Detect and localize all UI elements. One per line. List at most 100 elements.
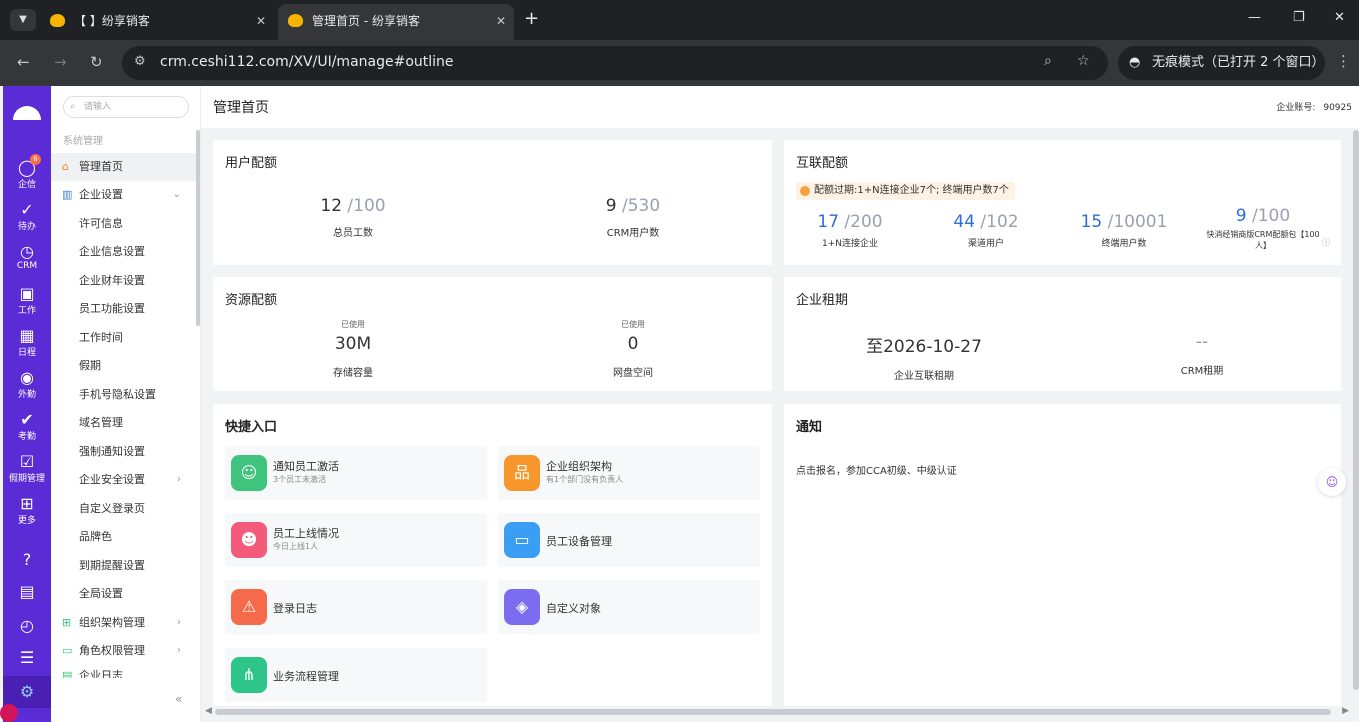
main-content: 管理首页 企业账号: 90925 用户配额 12 /100 总员工数 9 /530… xyxy=(201,86,1359,722)
rail-item-work[interactable]: ▣ 工作 xyxy=(3,284,51,316)
tab-title: 管理首页 - 纷享销客 xyxy=(312,14,420,28)
close-icon[interactable]: ✕ xyxy=(496,4,506,38)
sidebar-item-home[interactable]: ⌂ 管理首页 xyxy=(51,153,197,181)
settings-sidebar: ⌕ 请输入 系统管理 ⌂ 管理首页 ▥ 企业设置 ⌄ 许可信息 企业信息设置 企… xyxy=(51,86,201,722)
rail-item-attendance[interactable]: ✔ 考勤 xyxy=(3,410,51,442)
sidebar-item-login-page[interactable]: 自定义登录页 xyxy=(51,495,197,523)
minimize-icon[interactable]: — xyxy=(1248,10,1261,25)
sidebar-item-forced-notice[interactable]: 强制通知设置 xyxy=(51,438,197,466)
sidebar-item-expiry-reminder[interactable]: 到期提醒设置 xyxy=(51,552,197,580)
sidebar-item-brand-color[interactable]: 品牌色 xyxy=(51,523,197,551)
shortcut-custom-object[interactable]: ◈ 自定义对象 xyxy=(498,580,760,634)
browser-tab-2[interactable]: 管理首页 - 纷享销客 ✕ xyxy=(278,4,514,40)
sidebar-item-holidays[interactable]: 假期 xyxy=(51,352,197,380)
app-rail: ◯ 6 企信 ✓ 待办 ◷ CRM ▣ 工作 ▦ 日程 ◉ 外勤 ✔ 考勤 ☑ … xyxy=(0,86,51,722)
sidebar-item-roles[interactable]: ▭ 角色权限管理 › xyxy=(51,637,197,665)
close-window-icon[interactable]: ✕ xyxy=(1334,10,1345,25)
zoom-icon[interactable]: ⌕ xyxy=(1044,53,1052,69)
sidebar-item-domain[interactable]: 域名管理 xyxy=(51,409,197,437)
sidebar-item-work-hours[interactable]: 工作时间 xyxy=(51,324,197,352)
back-icon[interactable]: ← xyxy=(17,53,30,71)
sidebar-item-employee-functions[interactable]: 员工功能设置 xyxy=(51,295,197,323)
rail-item-todo[interactable]: ✓ 待办 xyxy=(3,200,51,232)
settings-gear-icon[interactable]: ⚙ xyxy=(3,682,51,701)
shortcut-device-management[interactable]: ▭ 员工设备管理 xyxy=(498,513,760,567)
card-title: 通知 xyxy=(796,420,823,435)
sidebar-search-input[interactable]: ⌕ 请输入 xyxy=(63,96,189,118)
contacts-icon[interactable]: ☰ xyxy=(3,648,51,667)
horizontal-scrollbar[interactable]: ◀ ▶ xyxy=(201,706,1351,718)
scroll-left-icon[interactable]: ◀ xyxy=(205,706,212,716)
sidebar-item-security[interactable]: 企业安全设置 › xyxy=(51,466,197,494)
browser-menu-icon[interactable]: ⋮ xyxy=(1336,52,1351,70)
rail-item-messages[interactable]: ◯ 6 企信 xyxy=(3,154,51,190)
account-number: 企业账号: 90925 xyxy=(1276,103,1352,113)
site-info-icon[interactable]: ⚙ xyxy=(134,54,146,69)
card-title: 互联配额 xyxy=(796,156,849,171)
rail-item-leave[interactable]: ☑ 假期管理 xyxy=(3,452,51,484)
avatar[interactable] xyxy=(0,704,18,722)
new-tab-button[interactable]: + xyxy=(524,8,539,29)
grid-icon: ⊞ xyxy=(20,494,34,513)
shortcut-org-structure[interactable]: 品 企业组织架构 有1个部门没有负责人 xyxy=(498,446,760,500)
resource-quota-card: 资源配额 已使用 30M 存储容量 已使用 0 网盘空间 xyxy=(213,277,772,391)
shortcut-business-process[interactable]: ⋔ 业务流程管理 xyxy=(225,648,487,702)
sidebar-item-company-info[interactable]: 企业信息设置 xyxy=(51,238,197,266)
incognito-indicator[interactable]: ◓ 无痕模式（已打开 2 个窗口） xyxy=(1118,46,1325,80)
tab-search-button[interactable]: ▼ xyxy=(10,9,36,31)
forward-icon[interactable]: → xyxy=(54,53,67,71)
url-text[interactable]: crm.ceshi112.com/XV/UI/manage#outline xyxy=(160,54,454,70)
shortcut-login-log[interactable]: ⚠ 登录日志 xyxy=(225,580,487,634)
search-icon: ⌕ xyxy=(70,101,76,112)
scrollbar-thumb[interactable] xyxy=(215,709,1331,715)
rail-item-schedule[interactable]: ▦ 日程 xyxy=(3,326,51,358)
sidebar-item-phone-privacy[interactable]: 手机号隐私设置 xyxy=(51,381,197,409)
warning-triangle-icon: ⚠ xyxy=(231,589,267,625)
scroll-right-icon[interactable]: ▶ xyxy=(1342,706,1349,716)
history-icon[interactable]: ◴ xyxy=(3,616,51,635)
crm-users-metric: 9 /530 CRM用户数 xyxy=(605,196,661,239)
browser-tab-1[interactable]: 【 】纷享销客 ✕ xyxy=(40,4,274,40)
sidebar-scrollbar[interactable] xyxy=(196,130,200,326)
report-icon[interactable]: ▤ xyxy=(3,582,51,601)
tab-title: 【 】纷享销客 xyxy=(74,14,150,28)
sidebar-item-license[interactable]: 许可信息 xyxy=(51,210,197,238)
chevron-down-icon: ⌄ xyxy=(172,189,181,200)
channel-users-metric: 44 /102 渠道用户 xyxy=(953,212,1019,249)
assistant-bot-icon[interactable]: ☺ xyxy=(1318,468,1346,496)
card-title: 资源配额 xyxy=(225,293,278,308)
warning-icon xyxy=(800,186,810,196)
page-title: 管理首页 xyxy=(213,100,269,116)
sidebar-item-company-settings[interactable]: ▥ 企业设置 ⌄ xyxy=(51,181,197,209)
interconnect-lease-metric: 至2026-10-27 企业互联租期 xyxy=(866,337,982,382)
shortcut-employee-online[interactable]: ☻ 员工上线情况 今日上线1人 xyxy=(225,513,487,567)
lease-card: 企业租期 至2026-10-27 企业互联租期 -- CRM租期 xyxy=(784,277,1341,391)
rail-item-field[interactable]: ◉ 外勤 xyxy=(3,368,51,400)
notice-link[interactable]: 点击报名，参加CCA初级、中级认证 xyxy=(796,462,957,477)
rail-item-crm[interactable]: ◷ CRM xyxy=(3,242,51,271)
info-icon[interactable]: ⓘ xyxy=(1322,237,1330,248)
shield-check-icon: ✔ xyxy=(20,410,34,429)
sidebar-item-company-log[interactable]: ▤ 企业日志 xyxy=(51,666,197,678)
check-circle-icon: ✓ xyxy=(20,200,34,219)
page-header: 管理首页 企业账号: 90925 xyxy=(201,86,1359,128)
workflow-icon: ⋔ xyxy=(231,657,267,693)
address-bar: ← → ↻ ⚙ crm.ceshi112.com/XV/UI/manage#ou… xyxy=(0,40,1359,86)
collapse-sidebar-icon[interactable]: « xyxy=(175,692,182,706)
bookmark-star-icon[interactable]: ☆ xyxy=(1077,53,1090,69)
unread-badge: 6 xyxy=(30,154,41,165)
shortcut-notify-activation[interactable]: ☺ 通知员工激活 3个员工未激活 xyxy=(225,446,487,500)
location-pin-icon: ◉ xyxy=(20,368,34,387)
omnibox[interactable]: ⚙ crm.ceshi112.com/XV/UI/manage#outline … xyxy=(122,46,1108,80)
sidebar-item-fiscal-year[interactable]: 企业财年设置 xyxy=(51,267,197,295)
vertical-scrollbar[interactable] xyxy=(1353,130,1359,690)
total-employees-metric: 12 /100 总员工数 xyxy=(320,196,386,239)
rail-item-more[interactable]: ⊞ 更多 xyxy=(3,494,51,526)
reload-icon[interactable]: ↻ xyxy=(90,53,103,71)
maximize-icon[interactable]: ❐ xyxy=(1293,10,1305,25)
sidebar-item-org-structure[interactable]: ⊞ 组织架构管理 › xyxy=(51,609,197,637)
close-icon[interactable]: ✕ xyxy=(256,4,266,38)
help-icon[interactable]: ? xyxy=(3,550,51,569)
sidebar-item-global-settings[interactable]: 全局设置 xyxy=(51,580,197,608)
building-icon: ▥ xyxy=(62,188,73,201)
